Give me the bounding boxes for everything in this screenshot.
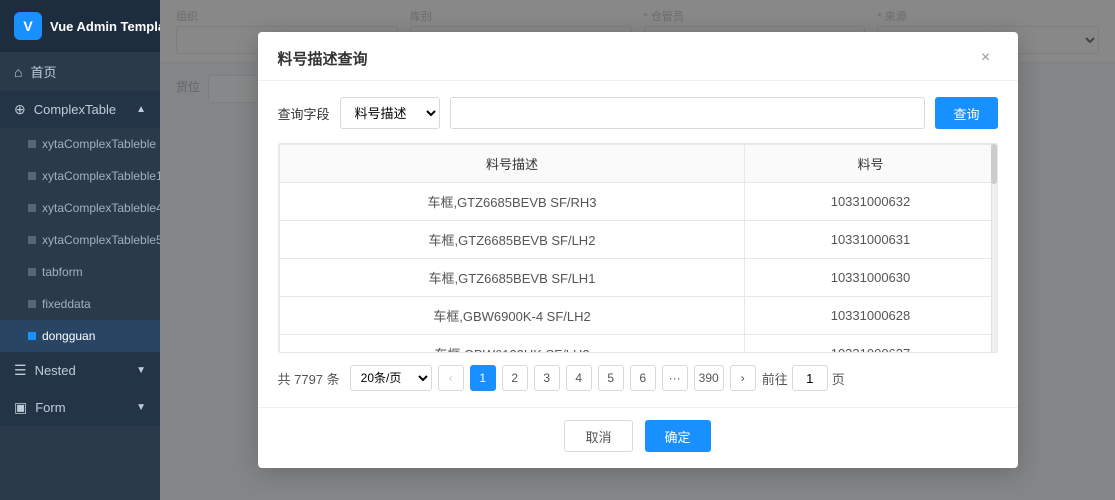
sidebar-section-form-label: Form [35, 400, 65, 415]
sidebar-sub-label-6: dongguan [42, 329, 95, 343]
table-cell-part: 10331000630 [745, 259, 996, 297]
table-row[interactable]: 车框,GBW6122HK SF/LH210331000627 [279, 335, 996, 354]
sidebar-section-complex-table[interactable]: ⊕ ComplexTable ▲ [0, 91, 160, 128]
table-cell-desc: 车框,GTZ6685BEVB SF/RH3 [279, 183, 745, 221]
table-cell-desc: 车框,GTZ6685BEVB SF/LH2 [279, 221, 745, 259]
sidebar-logo: V Vue Admin Template [0, 0, 160, 52]
page-goto-input[interactable] [792, 365, 828, 391]
table-row[interactable]: 车框,GTZ6685BEVB SF/LH210331000631 [279, 221, 996, 259]
sidebar-sub-label-5: fixeddata [42, 297, 91, 311]
table-cell-desc: 车框,GBW6900K-4 SF/LH2 [279, 297, 745, 335]
pagination-total: 共 7797 条 [278, 369, 340, 388]
sub-item-icon-2 [28, 204, 36, 212]
page-btn-390[interactable]: 390 [694, 365, 724, 391]
sidebar-sub-item-3[interactable]: xytaComplexTableble5 [0, 224, 160, 256]
search-row: 查询字段 料号描述 查询 [278, 97, 998, 129]
table-row[interactable]: 车框,GTZ6685BEVB SF/RH310331000632 [279, 183, 996, 221]
data-table: 料号描述 料号 车框,GTZ6685BEVB SF/RH310331000632… [279, 144, 997, 353]
cancel-button[interactable]: 取消 [564, 420, 632, 452]
page-btn-2[interactable]: 2 [502, 365, 528, 391]
sidebar-sub-item-1[interactable]: xytaComplexTableble1 [0, 160, 160, 192]
table-cell-desc: 车框,GTZ6685BEVB SF/LH1 [279, 259, 745, 297]
nested-icon: ☰ [14, 362, 27, 379]
search-field-select[interactable]: 料号描述 [340, 97, 440, 129]
page-btn-3[interactable]: 3 [534, 365, 560, 391]
sub-item-icon-5 [28, 300, 36, 308]
table-cell-desc: 车框,GBW6122HK SF/LH2 [279, 335, 745, 354]
chevron-down-icon-form: ▼ [136, 402, 146, 413]
sidebar-section-form[interactable]: ▣ Form ▼ [0, 389, 160, 426]
sidebar-sub-label-3: xytaComplexTableble5 [42, 233, 160, 247]
table-wrap: 料号描述 料号 车框,GTZ6685BEVB SF/RH310331000632… [278, 143, 998, 353]
scroll-track [991, 144, 997, 352]
table-cell-part: 10331000632 [745, 183, 996, 221]
page-btn-6[interactable]: 6 [630, 365, 656, 391]
sidebar-sub-item-0[interactable]: xytaComplexTableble [0, 128, 160, 160]
page-btn-5[interactable]: 5 [598, 365, 624, 391]
chevron-down-icon-nested: ▼ [136, 365, 146, 376]
page-goto-suffix: 页 [832, 369, 845, 388]
sidebar-sub-label-1: xytaComplexTableble1 [42, 169, 160, 183]
page-ellipsis: ··· [662, 365, 688, 391]
page-goto-label: 前往 [762, 369, 788, 388]
table-inner[interactable]: 料号描述 料号 车框,GTZ6685BEVB SF/RH310331000632… [279, 144, 997, 353]
page-btn-4[interactable]: 4 [566, 365, 592, 391]
sidebar-item-home[interactable]: ⌂ 首页 [0, 52, 160, 91]
page-prev-button[interactable]: ‹ [438, 365, 464, 391]
page-btn-1[interactable]: 1 [470, 365, 496, 391]
sub-item-icon-3 [28, 236, 36, 244]
home-icon: ⌂ [14, 64, 22, 80]
sub-item-icon-6 [28, 332, 36, 340]
complex-table-icon: ⊕ [14, 101, 26, 118]
table-cell-part: 10331000631 [745, 221, 996, 259]
app-title: Vue Admin Template [50, 19, 160, 34]
table-header-col2: 料号 [745, 145, 996, 183]
page-next-button[interactable]: › [730, 365, 756, 391]
table-header-col1: 料号描述 [279, 145, 745, 183]
page-goto: 前往 页 [762, 365, 845, 391]
sidebar-section-nested-label: Nested [35, 363, 76, 378]
sidebar-item-label-home: 首页 [30, 62, 56, 81]
sidebar-section-label: ComplexTable [34, 102, 116, 117]
modal-title: 料号描述查询 [278, 48, 368, 69]
confirm-button[interactable]: 确定 [645, 420, 711, 452]
sub-item-icon-4 [28, 268, 36, 276]
modal-footer: 取消 确定 [258, 407, 1018, 468]
modal-header: 料号描述查询 × [258, 32, 1018, 81]
scroll-thumb [991, 144, 997, 184]
search-field-label: 查询字段 [278, 104, 330, 123]
sidebar-sub-item-4[interactable]: tabform [0, 256, 160, 288]
table-row[interactable]: 车框,GTZ6685BEVB SF/LH110331000630 [279, 259, 996, 297]
sidebar-sub-item-5[interactable]: fixeddata [0, 288, 160, 320]
modal: 料号描述查询 × 查询字段 料号描述 查询 [258, 32, 1018, 468]
modal-overlay: 料号描述查询 × 查询字段 料号描述 查询 [160, 0, 1115, 500]
logo-icon: V [14, 12, 42, 40]
sub-item-icon-1 [28, 172, 36, 180]
form-icon: ▣ [14, 399, 27, 416]
sidebar-sub-item-2[interactable]: xytaComplexTableble4 [0, 192, 160, 224]
sidebar-sub-label-4: tabform [42, 265, 83, 279]
sub-item-icon-0 [28, 140, 36, 148]
table-cell-part: 10331000628 [745, 297, 996, 335]
chevron-up-icon: ▲ [136, 104, 146, 115]
modal-body: 查询字段 料号描述 查询 料号描述 料号 [258, 81, 1018, 407]
sidebar-sub-label-0: xytaComplexTableble [42, 137, 156, 151]
main-content: 组织 库别 * 仓管员 请选择 * 来源 请选择 货位 [160, 0, 1115, 500]
modal-close-button[interactable]: × [974, 46, 998, 70]
search-input[interactable] [450, 97, 926, 129]
table-row[interactable]: 车框,GBW6900K-4 SF/LH210331000628 [279, 297, 996, 335]
sidebar: V Vue Admin Template ⌂ 首页 ⊕ ComplexTable… [0, 0, 160, 500]
pagination: 共 7797 条 20条/页 10条/页 50条/页 100条/页 ‹ 1 2 … [278, 365, 998, 391]
sidebar-section-nested[interactable]: ☰ Nested ▼ [0, 352, 160, 389]
table-cell-part: 10331000627 [745, 335, 996, 354]
sidebar-sub-item-6[interactable]: dongguan [0, 320, 160, 352]
sidebar-sub-label-2: xytaComplexTableble4 [42, 201, 160, 215]
page-size-select[interactable]: 20条/页 10条/页 50条/页 100条/页 [350, 365, 432, 391]
search-button[interactable]: 查询 [935, 97, 997, 129]
